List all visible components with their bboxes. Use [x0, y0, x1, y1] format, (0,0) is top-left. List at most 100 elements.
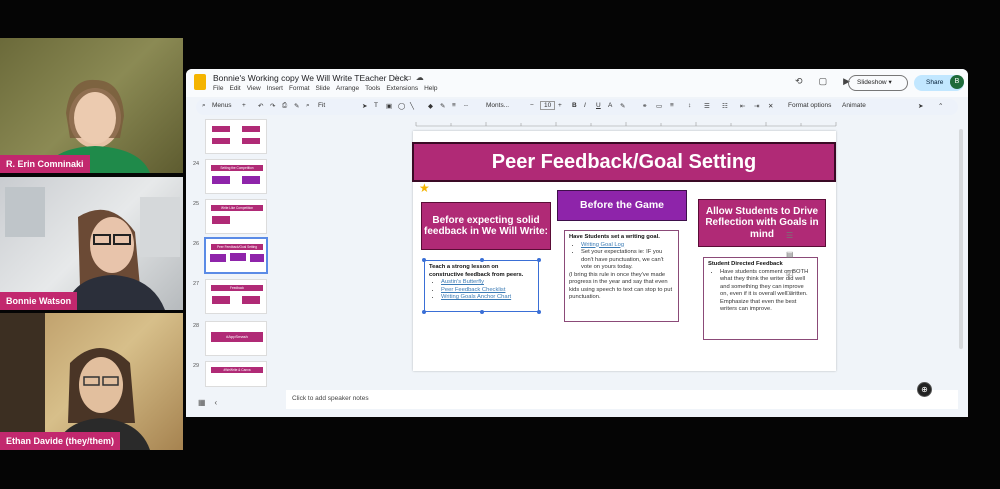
search-icon[interactable]: ⌕	[202, 102, 206, 110]
indent-decrease-icon[interactable]: ⇤	[740, 102, 745, 110]
comment-add-icon[interactable]: ▭	[656, 102, 662, 110]
slide-thumbnail[interactable]: #WeWrite & Canva	[205, 361, 267, 387]
column2-card[interactable]: Have Students set a writing goal. Writin…	[564, 230, 679, 322]
column3-card[interactable]: Student Directed Feedback Have students …	[703, 257, 818, 340]
peer-feedback-checklist-link[interactable]: Peer Feedback Checklist	[441, 287, 505, 293]
slide-canvas[interactable]: Peer Feedback/Goal Setting ★ Before expe…	[412, 131, 836, 371]
column1-header[interactable]: Before expecting solid feedback in We Wi…	[421, 202, 551, 250]
resize-handle[interactable]	[480, 310, 484, 314]
chevron-up-icon[interactable]: ⌃	[938, 102, 943, 110]
animate-button[interactable]: Animate	[842, 102, 866, 109]
slide-title-box[interactable]: Peer Feedback/Goal Setting	[412, 142, 836, 182]
thumb-title: #AppSmash	[226, 334, 248, 339]
font-size-input[interactable]: 10	[540, 101, 556, 110]
star-icon[interactable]: ☆	[393, 73, 404, 82]
folder-icon[interactable]: ▭	[786, 288, 794, 297]
fill-color-icon[interactable]: ◆	[428, 102, 433, 110]
font-size-increase[interactable]: +	[558, 102, 562, 109]
menu-insert[interactable]: Insert	[267, 85, 283, 92]
comment-icon[interactable]: ▢	[819, 76, 828, 87]
column2-header[interactable]: Before the Game	[557, 190, 687, 221]
explore-button[interactable]: ⊕	[917, 382, 932, 397]
folder-icon[interactable]: ▭	[404, 73, 416, 82]
italic-icon[interactable]: I	[584, 102, 586, 109]
zoom-icon[interactable]: ⌕	[306, 102, 310, 110]
thumb-title: Setting the Competition	[220, 166, 254, 170]
add-icon[interactable]: +	[242, 102, 246, 109]
slideshow-button[interactable]: Slideshow ▾	[848, 75, 908, 91]
textbox-icon[interactable]: T	[374, 102, 378, 109]
slide-thumbnail-selected[interactable]: Peer Feedback/Goal Setting	[204, 237, 268, 274]
slides-logo-icon[interactable]	[194, 74, 206, 90]
menu-slide[interactable]: Slide	[316, 85, 330, 92]
shape-icon[interactable]: ◯	[398, 102, 405, 110]
slide-thumbnail[interactable]: #AppSmash	[205, 321, 267, 356]
text-color-icon[interactable]: A	[608, 102, 612, 109]
redo-icon[interactable]: ↷	[270, 102, 275, 110]
menu-help[interactable]: Help	[424, 85, 437, 92]
keep-icon[interactable]: ▤	[786, 250, 794, 259]
austins-butterfly-link[interactable]: Austin's Butterfly	[441, 279, 484, 285]
paint-format-icon[interactable]: ✎	[294, 102, 299, 110]
cloud-icon[interactable]: ☁	[416, 73, 428, 82]
participant-tile[interactable]: Ethan Davide (they/them)	[0, 313, 183, 450]
history-icon[interactable]: ⟲	[795, 76, 803, 87]
indent-increase-icon[interactable]: ⇥	[754, 102, 759, 110]
writing-goals-anchor-chart-link[interactable]: Writing Goals Anchor Chart	[441, 294, 511, 300]
menu-format[interactable]: Format	[289, 85, 310, 92]
bulleted-list-icon[interactable]: ☰	[704, 102, 710, 110]
account-avatar[interactable]: B	[950, 75, 964, 89]
font-size-decrease[interactable]: −	[530, 102, 534, 109]
bold-icon[interactable]: B	[572, 102, 577, 109]
column3-header[interactable]: Allow Students to Drive Reflection with …	[698, 199, 826, 247]
border-weight-icon[interactable]: ≡	[452, 102, 456, 109]
slide-thumbnail[interactable]: Setting the Competition	[205, 159, 267, 194]
menu-arrange[interactable]: Arrange	[336, 85, 359, 92]
slide-thumbnail[interactable]: Feedback	[205, 279, 267, 314]
numbered-list-icon[interactable]: ☷	[722, 102, 728, 110]
side-panel-icons: ☰ ▤ ☑ ▭	[786, 231, 794, 297]
horizontal-ruler[interactable]	[286, 119, 966, 127]
highlight-icon[interactable]: ✎	[620, 102, 625, 110]
line-icon[interactable]: ╲	[410, 102, 414, 110]
vertical-scrollbar[interactable]	[959, 129, 963, 349]
notes-icon[interactable]: ☰	[786, 231, 794, 240]
column1-card-selected[interactable]: Teach a strong lesson on constructive fe…	[422, 258, 541, 314]
resize-handle[interactable]	[422, 310, 426, 314]
grid-view-icon[interactable]: ▦ ‹	[198, 398, 217, 407]
menu-file[interactable]: File	[213, 85, 223, 92]
writing-goal-log-link[interactable]: Writing Goal Log	[581, 242, 624, 248]
resize-handle[interactable]	[537, 310, 541, 314]
participant-tile[interactable]: R. Erin Comninaki	[0, 38, 183, 173]
resize-handle[interactable]	[422, 258, 426, 262]
format-options-button[interactable]: Format options	[788, 102, 831, 109]
zoom-select[interactable]: Fit	[318, 102, 325, 109]
image-icon[interactable]: ▣	[386, 102, 392, 110]
slide-thumbnail[interactable]: Write Like Competition	[205, 199, 267, 234]
line-spacing-icon[interactable]: ↕	[688, 102, 691, 109]
menu-view[interactable]: View	[247, 85, 261, 92]
menus-search[interactable]: Menus	[212, 102, 232, 109]
speaker-notes[interactable]: Click to add speaker notes	[286, 390, 958, 409]
underline-icon[interactable]: U	[596, 102, 601, 109]
border-color-icon[interactable]: ✎	[440, 102, 445, 110]
font-select[interactable]: Monts...	[486, 102, 509, 109]
chevron-down-icon[interactable]: ▾	[888, 79, 891, 86]
resize-handle[interactable]	[537, 258, 541, 262]
undo-icon[interactable]: ↶	[258, 102, 263, 110]
menu-extensions[interactable]: Extensions	[386, 85, 418, 92]
menu-tools[interactable]: Tools	[365, 85, 380, 92]
pointer-icon[interactable]: ➤	[918, 102, 923, 110]
participant-tile[interactable]: Bonnie Watson	[0, 177, 183, 310]
border-dash-icon[interactable]: ┄	[464, 102, 468, 110]
menu-edit[interactable]: Edit	[229, 85, 240, 92]
select-icon[interactable]: ➤	[362, 102, 367, 110]
tasks-icon[interactable]: ☑	[786, 269, 794, 278]
print-icon[interactable]: ⎙	[282, 102, 287, 110]
clear-format-icon[interactable]: ✕	[768, 102, 773, 110]
slide-thumbnail[interactable]	[205, 119, 267, 154]
align-icon[interactable]: ≡	[670, 102, 674, 109]
link-icon[interactable]: ⚭	[642, 102, 647, 110]
resize-handle[interactable]	[480, 258, 484, 262]
document-title[interactable]: Bonnie's Working copy We Will Write TEac…	[213, 73, 408, 83]
